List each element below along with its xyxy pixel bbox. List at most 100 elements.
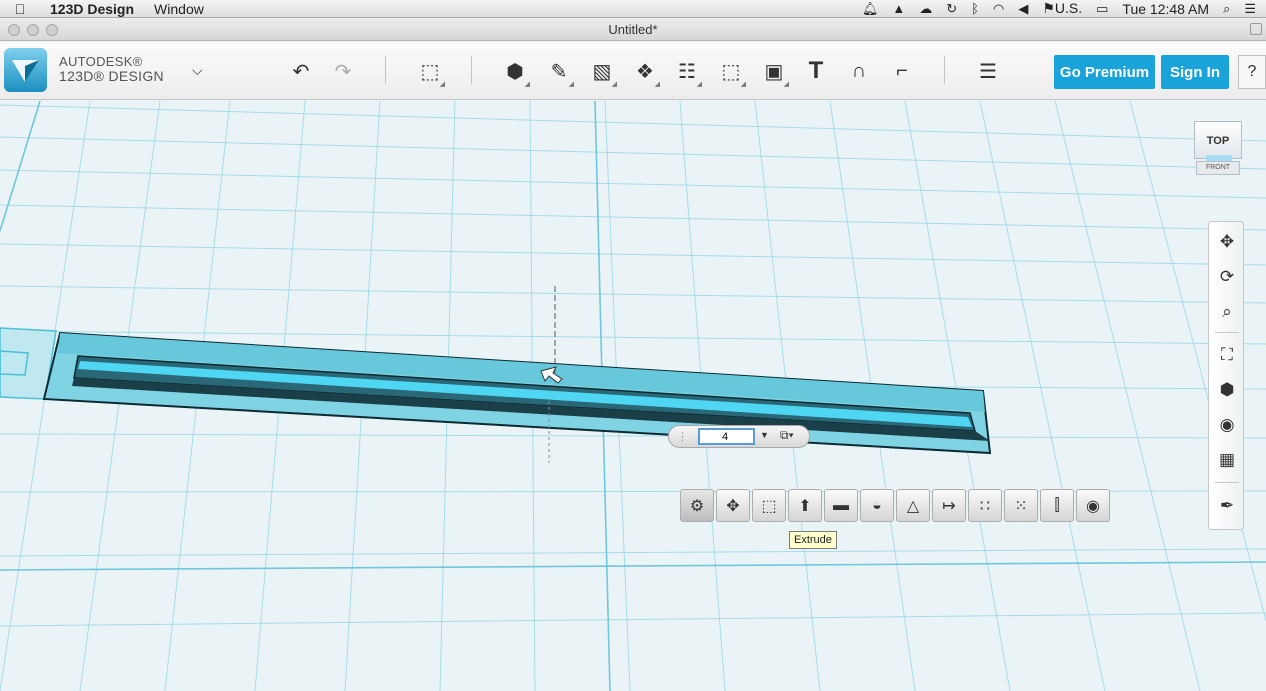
dropdown-corner-icon: ◢	[740, 81, 746, 88]
dropdown-corner-icon: ◢	[439, 81, 445, 88]
view-cube-front-face[interactable]: FRONT	[1196, 161, 1240, 175]
distance-dropdown-icon[interactable]: ▼	[760, 430, 769, 440]
grouping-button[interactable]: ⬚ ◢	[714, 54, 748, 89]
operation-mode-dropdown[interactable]: ⧉▾	[780, 428, 794, 443]
spotlight-search-icon[interactable]: ⌕	[1223, 1, 1230, 17]
main-toolbar: AUTODESK® 123D® DESIGN ⌵ ↶ ↷ ⬚ ◢ ⬢ ◢ ✎ ◢ ▧ ◢…	[0, 42, 1266, 100]
pattern-button[interactable]: ☷ ◢	[670, 54, 704, 89]
3d-viewport[interactable]	[0, 101, 1266, 691]
transform-button[interactable]: ⬚ ◢	[413, 54, 447, 89]
menu-window[interactable]: Window	[144, 1, 214, 17]
menu-status-area: 🔔︎ ▲ ☁ ↻ ᛒ ◠ ◀ ⚑U.S. ▭ Tue 12:48 AM ⌕ ☰	[862, 0, 1266, 17]
pan-button[interactable]: ✥	[1213, 228, 1241, 256]
hide-button[interactable]: ◉	[1076, 489, 1110, 522]
extrude-distance-input[interactable]	[698, 428, 755, 445]
move-arrows-icon: ✥	[726, 497, 740, 515]
app-menu-chevron-icon[interactable]: ⌵	[192, 62, 203, 79]
notification-center-icon[interactable]: ☰	[1244, 1, 1256, 17]
close-window-button[interactable]	[8, 24, 20, 36]
help-button[interactable]: ?	[1238, 55, 1266, 89]
extrude-button[interactable]: ⬆	[788, 489, 822, 522]
zoom-window-button[interactable]	[46, 24, 58, 36]
view-cube-top-face[interactable]: TOP	[1194, 121, 1242, 159]
redo-button[interactable]: ↷	[326, 54, 360, 88]
dropdown-corner-icon: ◢	[783, 81, 789, 88]
context-toolbar: ⚙ ✥ ⬚ ⬆ ▬ ◒ △ ↦ ∷ ⁙ ⫿ ◉	[680, 489, 1110, 523]
construct-button[interactable]: ▧ ◢	[585, 54, 619, 89]
dropdown-corner-icon: ◢	[654, 81, 660, 88]
go-premium-button[interactable]: Go Premium	[1054, 55, 1155, 89]
mirror-button[interactable]: ⫿	[1040, 489, 1074, 522]
drag-grip-icon[interactable]: ⋮	[677, 430, 688, 443]
bluetooth-icon[interactable]: ᛒ	[971, 1, 979, 16]
material-button[interactable]: ☰	[971, 54, 1005, 88]
minimize-window-button[interactable]	[27, 24, 39, 36]
clock-label[interactable]: Tue 12:48 AM	[1122, 1, 1209, 17]
sign-in-button[interactable]: Sign In	[1161, 55, 1229, 89]
orbit-button[interactable]: ⟳	[1213, 263, 1241, 291]
text-button[interactable]: T	[799, 54, 833, 88]
notification-bell-icon[interactable]: 🔔︎	[862, 1, 879, 17]
tooltip: Extrude	[789, 531, 837, 549]
loft-button[interactable]: △	[896, 489, 930, 522]
brand-line-2: 123D® DESIGN	[59, 68, 164, 84]
material-preview-button[interactable]: ✒	[1213, 492, 1241, 520]
undo-button[interactable]: ↶	[284, 54, 318, 88]
smart-scale-button[interactable]: ⬚	[752, 489, 786, 522]
drive-icon[interactable]: ▲	[892, 1, 905, 16]
measure-distance-button[interactable]: ↦	[932, 489, 966, 522]
zoom-button[interactable]: ⌕	[1213, 298, 1241, 326]
pattern-tool-button[interactable]: ⁙	[1004, 489, 1038, 522]
pan-icon: ✥	[1219, 232, 1235, 251]
gear-icon: ⚙	[689, 497, 705, 515]
battery-icon[interactable]: ▭	[1096, 1, 1108, 17]
time-machine-icon[interactable]: ↻	[946, 1, 957, 17]
menu-app-name[interactable]: 123D Design	[40, 1, 144, 17]
app-logo[interactable]	[4, 48, 47, 92]
align-icon: ∷	[979, 497, 991, 515]
scale-cube-icon: ⬚	[761, 497, 777, 515]
orbit-icon: ⟳	[1219, 267, 1235, 286]
wifi-icon[interactable]: ◠	[993, 1, 1004, 17]
toolbar-divider	[944, 56, 945, 84]
revolve-button[interactable]: ◒	[860, 489, 894, 522]
nav-divider	[1215, 482, 1239, 483]
view-cube[interactable]: TOP FRONT	[1194, 121, 1244, 177]
modify-button[interactable]: ❖ ◢	[628, 54, 662, 89]
flag-icon: ⚑	[1042, 0, 1055, 16]
move-button[interactable]: ✥	[716, 489, 750, 522]
grid-eye-icon: ▦	[1218, 450, 1236, 469]
view-mode-button[interactable]: ⬢	[1213, 376, 1241, 404]
sketch-button[interactable]: ✎ ◢	[542, 54, 576, 89]
fit-icon: ⛶	[1221, 345, 1233, 364]
pattern-icon: ☷	[678, 60, 696, 83]
modify-icon: ❖	[636, 60, 654, 83]
dropdown-corner-icon: ◢	[524, 81, 530, 88]
pattern-dots-icon: ⁙	[1014, 497, 1028, 515]
fullscreen-button[interactable]	[1250, 23, 1262, 35]
brand-name[interactable]: AUTODESK® 123D® DESIGN	[59, 54, 164, 84]
grid-toggle-button[interactable]: ▦	[1213, 446, 1241, 474]
measure-button[interactable]: ⌐	[885, 54, 919, 88]
primitives-button[interactable]: ⬢ ◢	[498, 54, 532, 89]
apple-icon[interactable]: 	[0, 1, 40, 17]
volume-icon[interactable]: ◀	[1018, 1, 1028, 17]
fit-all-button[interactable]: ⛶	[1213, 341, 1241, 369]
revolve-icon: ◒	[872, 496, 882, 514]
dropdown-corner-icon: ◢	[611, 81, 617, 88]
mirror-icon: ⫿	[1054, 496, 1060, 514]
sweep-button[interactable]: ▬	[824, 489, 858, 522]
snap-button[interactable]: ∩	[842, 54, 876, 88]
eye-icon: ◉	[1219, 415, 1235, 434]
cloud-icon[interactable]: ☁	[919, 1, 932, 17]
input-source-label: U.S.	[1054, 0, 1083, 16]
input-source-flag[interactable]: ⚑U.S.	[1042, 0, 1082, 17]
combine-button[interactable]: ▣ ◢	[757, 54, 791, 89]
material-brush-icon: ✒	[1219, 496, 1235, 515]
text-icon: T	[808, 57, 824, 84]
visibility-button[interactable]: ◉	[1213, 411, 1241, 439]
window-title-bar: Untitled*	[0, 19, 1266, 41]
settings-button[interactable]: ⚙	[680, 489, 714, 522]
workplane-grid	[0, 101, 1266, 691]
align-button[interactable]: ∷	[968, 489, 1002, 522]
